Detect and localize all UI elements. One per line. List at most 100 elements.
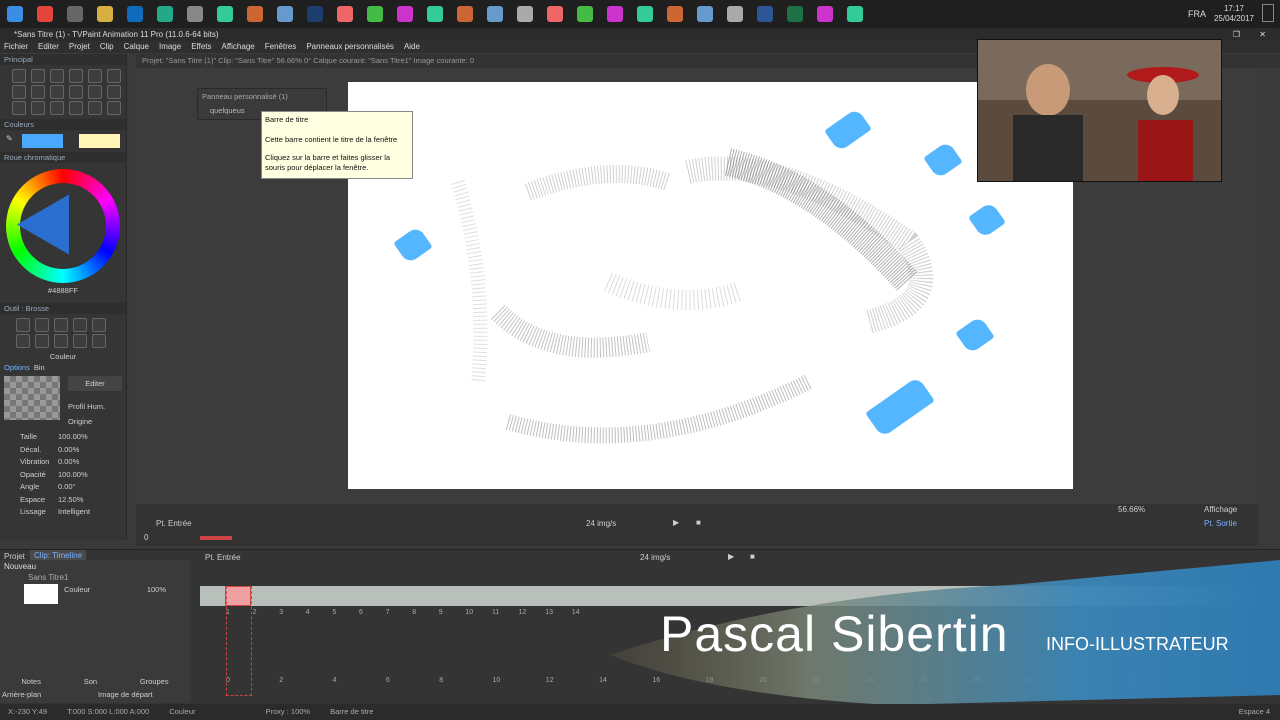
tool-button[interactable] [12, 101, 26, 115]
foreground-color-swatch[interactable] [21, 134, 63, 148]
photoshop-icon[interactable] [307, 6, 323, 22]
tool-button[interactable] [50, 101, 64, 115]
browser-icon[interactable] [157, 6, 173, 22]
language-indicator[interactable]: FRA [1188, 9, 1206, 19]
excel-icon[interactable] [787, 6, 803, 22]
tool-button[interactable] [107, 85, 121, 99]
menu-item[interactable]: Panneaux personnalisés [306, 41, 394, 53]
tool-button[interactable] [31, 85, 45, 99]
start-image-label[interactable]: Image de départ [98, 690, 153, 699]
param-row[interactable]: Lissage Intelligent [0, 506, 126, 519]
app-icon[interactable] [247, 6, 263, 22]
new-layer-button[interactable]: Nouveau [0, 560, 190, 573]
brush-tool-button[interactable] [54, 334, 68, 348]
app-icon[interactable] [457, 6, 473, 22]
panel-principal-header[interactable]: Principal [0, 54, 126, 65]
app-icon[interactable] [367, 6, 383, 22]
color-wheel[interactable] [6, 169, 120, 283]
menu-item[interactable]: Editer [38, 41, 59, 53]
entry-point-label[interactable]: Pt. Entrée [156, 519, 192, 528]
play-icon[interactable]: ▶ [673, 518, 679, 527]
app-icon[interactable] [397, 6, 413, 22]
brush-tool-button[interactable] [92, 318, 106, 332]
tool-button[interactable] [69, 101, 83, 115]
tab-options[interactable]: Options [4, 363, 30, 372]
layer-opacity[interactable]: 100% [147, 584, 166, 596]
tool-button[interactable] [50, 69, 64, 83]
notifications-icon[interactable] [1262, 4, 1274, 22]
brush-tool-button[interactable] [73, 318, 87, 332]
tool-button[interactable] [50, 85, 64, 99]
app-icon[interactable] [667, 6, 683, 22]
tool-button[interactable] [69, 69, 83, 83]
param-value[interactable]: 12.50% [58, 494, 118, 507]
param-row[interactable]: Opacité 100.00% [0, 469, 126, 482]
param-row[interactable]: Taille 100.00% [0, 431, 126, 444]
tool-button[interactable] [31, 101, 45, 115]
color-wheel-header[interactable]: Roue chromatique [0, 152, 126, 163]
app-icon[interactable] [487, 6, 503, 22]
menu-item[interactable]: Calque [124, 41, 149, 53]
tool-button[interactable] [107, 101, 121, 115]
brush-tool-button[interactable] [73, 334, 87, 348]
chrome-icon[interactable] [37, 6, 53, 22]
app-icon[interactable] [517, 6, 533, 22]
tab-bin[interactable]: Bin [34, 363, 45, 372]
brush-icon[interactable]: ✎ [6, 134, 16, 148]
tool-button[interactable] [12, 69, 26, 83]
app-icon[interactable] [697, 6, 713, 22]
word-icon[interactable] [757, 6, 773, 22]
zoom-value[interactable]: 56.66% [1118, 505, 1145, 514]
app-icon[interactable] [337, 6, 353, 22]
tool-button[interactable] [88, 85, 102, 99]
app-icon[interactable] [547, 6, 563, 22]
param-row[interactable]: Vibration 0.00% [0, 456, 126, 469]
tool-button[interactable] [88, 69, 102, 83]
tool-button[interactable] [69, 85, 83, 99]
menu-item[interactable]: Clip [100, 41, 114, 53]
tool-button[interactable] [88, 101, 102, 115]
playhead-marker[interactable] [200, 536, 232, 540]
drawing-canvas[interactable] [348, 82, 1073, 489]
affichage-button[interactable]: Affichage [1204, 505, 1237, 514]
menu-item[interactable]: Fichier [4, 41, 28, 53]
exit-point-label[interactable]: Pt. Sortie [1204, 519, 1237, 528]
custom-panel-title[interactable]: Panneau personnalisé (1) [198, 89, 326, 104]
workspace-value[interactable]: Espace 4 [1239, 704, 1270, 720]
brush-tool-button[interactable] [16, 318, 30, 332]
proxy-value[interactable]: Proxy : 100% [265, 704, 310, 720]
app-icon[interactable] [577, 6, 593, 22]
layer-name[interactable]: Sans Titre1 [0, 573, 190, 582]
timeline-tab[interactable]: Groupes [140, 677, 169, 686]
param-value[interactable]: 100.00% [58, 431, 118, 444]
app-icon[interactable] [637, 6, 653, 22]
app-icon[interactable] [217, 6, 233, 22]
fps-value[interactable]: 24 img/s [586, 519, 616, 528]
app-icon[interactable] [277, 6, 293, 22]
background-color-swatch[interactable] [78, 134, 120, 148]
param-row[interactable]: Espace 12.50% [0, 494, 126, 507]
menu-item[interactable]: Affichage [222, 41, 255, 53]
app-icon[interactable] [847, 6, 863, 22]
param-row[interactable]: Décal. 0.00% [0, 444, 126, 457]
menu-item[interactable]: Aide [404, 41, 420, 53]
explorer-icon[interactable] [97, 6, 113, 22]
close-icon[interactable]: ✕ [1259, 28, 1266, 41]
app-icon[interactable] [427, 6, 443, 22]
brush-tool-button[interactable] [35, 318, 49, 332]
playhead[interactable] [226, 586, 252, 696]
brush-tool-button[interactable] [54, 318, 68, 332]
param-value[interactable]: 0.00% [58, 456, 118, 469]
clock[interactable]: 17:17 25/04/2017 [1214, 4, 1254, 24]
timeline-entry-label[interactable]: Pt. Entrée [205, 553, 241, 562]
app-icon[interactable] [607, 6, 623, 22]
edit-button[interactable]: Editer [68, 376, 122, 391]
menu-item[interactable]: Effets [191, 41, 211, 53]
tool-button[interactable] [12, 85, 26, 99]
start-frame[interactable]: 0 [144, 533, 148, 542]
param-value[interactable]: 0.00° [58, 481, 118, 494]
brush-tool-button[interactable] [16, 334, 30, 348]
menu-item[interactable]: Fenêtres [265, 41, 297, 53]
taskview-icon[interactable] [67, 6, 83, 22]
tool-panel-header[interactable]: Outil : Brosse [0, 303, 126, 314]
